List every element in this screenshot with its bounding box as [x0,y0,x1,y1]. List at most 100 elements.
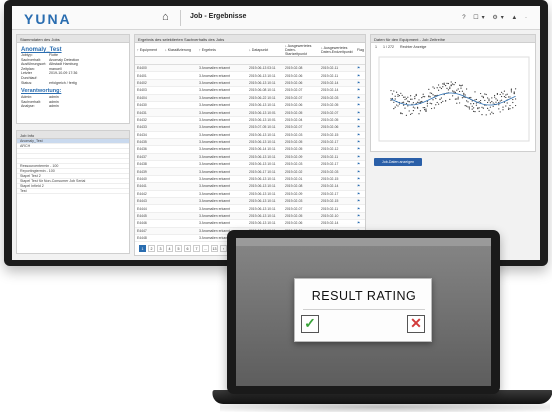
chart-point [394,98,396,100]
table-row[interactable]: E4444 3 Anomalien erkannt 2019-06-13 10:11… [135,205,365,213]
table-row[interactable]: E4430 3 Anomalien erkannt 2019-06-13 10:11… [135,102,365,110]
page-button[interactable]: 13 [211,245,218,252]
home-icon[interactable]: ⌂ [162,11,169,23]
flag-icon[interactable]: ⚑ [355,118,365,122]
page-button[interactable]: 7 [193,245,200,252]
flag-icon[interactable]: ⚑ [355,111,365,115]
chart-point [467,101,469,103]
flag-icon[interactable]: ⚑ [355,133,365,137]
filter-row[interactable] [135,57,365,65]
column-header[interactable]: ↑ Ergebnis [197,48,247,52]
flag-icon[interactable]: ⚑ [355,184,365,188]
page-button[interactable]: 6 [184,245,191,252]
chart-toolbar-item[interactable]: 1 / 272 [383,45,394,51]
chart-point [473,107,475,109]
table-row[interactable]: E4441 3 Anomalien erkannt 2019-06-13 10:11… [135,183,365,191]
table-row[interactable]: E4432 3 Anomalien erkannt 2019-06-13 10:01… [135,117,365,125]
chart-point [410,113,412,115]
field-row: Status: erfolgreich / fertig [21,81,129,86]
flag-icon[interactable]: ⚑ [355,81,365,85]
table-row[interactable]: E4400 3 Anomalien erkannt 2019-06-13 03:11… [135,65,365,73]
cell-result: 3 Anomalien erkannt [199,140,230,145]
flag-icon[interactable]: ⚑ [355,221,365,225]
chart-point [491,100,493,103]
page-button[interactable]: 4 [166,245,173,252]
cell-equipment: E4448 [137,236,147,241]
table-row[interactable]: E4436 3 Anomalien erkannt 2019-06-14 10:11… [135,146,365,154]
flag-icon[interactable]: ⚑ [355,103,365,107]
flag-icon[interactable]: ⚑ [355,214,365,218]
chart-point [506,93,508,95]
flag-icon[interactable]: ⚑ [355,170,365,174]
table-row[interactable]: E4442 3 Anomalien erkannt 2019-06-13 10:11… [135,191,365,199]
flag-icon[interactable]: ⚑ [355,192,365,196]
table-row[interactable]: E4438 3 Anomalien erkannt 2019-06-13 10:11… [135,161,365,169]
cell-start: 2019-02-07 [285,88,303,93]
table-row[interactable]: E4402 3 Anomalien erkannt 2019-06-13 10:11… [135,79,365,88]
chart-point [453,90,455,92]
result-rating-dialog: RESULT RATING ✓ ✕ [294,278,432,342]
chart-point [425,109,427,112]
flag-icon[interactable]: ⚑ [355,155,365,159]
column-header[interactable]: ↓ Ausgewertetes Daten-Startzeitpunkt [283,44,319,56]
page-button[interactable]: ... [202,245,209,252]
approve-check-icon[interactable]: ✓ [301,315,319,333]
page-button[interactable]: 5 [175,245,182,252]
page-button[interactable]: › [220,245,227,252]
flag-icon[interactable]: ⚑ [355,96,365,100]
table-row[interactable]: E4433 3 Anomalien erkannt 2019-07-05 10:11… [135,124,365,132]
chart-point [438,89,440,91]
chart-point [506,102,508,104]
flag-icon[interactable]: ⚑ [355,199,365,203]
chart-point [404,98,406,101]
page-button[interactable]: 1 [139,245,146,252]
chart-point [463,92,465,94]
reject-cross-icon[interactable]: ✕ [407,315,425,333]
flag-icon[interactable]: ⚑ [355,74,365,78]
table-row[interactable]: E4404 3 Anomalien erkannt 2019-06-22 10:11… [135,94,365,102]
table-row[interactable]: E4443 3 Anomalien erkannt 2019-06-13 10:11… [135,198,365,206]
chart-point [442,100,444,102]
cell-start: 2019-02-02 [285,169,303,174]
chart-panel: Daten für den Equipment - Job Zeitreihe … [370,34,536,152]
flag-icon[interactable]: ⚑ [355,147,365,151]
cell-start: 2019-02-06 [285,73,303,78]
flag-icon[interactable]: ⚑ [355,66,365,70]
flag-icon[interactable]: ⚑ [355,125,365,129]
monitor: YUNA ⌂ Job - Ergebnisse ? ☐▾ ⚙▾ ▲ · Stam… [4,0,548,266]
cell-datapoint: 2019-06-13 10:11 [249,154,276,159]
panel-header: Stammdaten des Jobs [17,35,129,43]
table-row[interactable]: E4431 3 Anomalien erkannt 2019-06-13 10:01… [135,109,365,117]
flag-icon[interactable]: ⚑ [355,162,365,166]
page-button[interactable]: 3 [157,245,164,252]
column-header[interactable]: Flag [355,48,365,52]
table-row[interactable]: E4435 3 Anomalien erkannt 2019-06-13 10:11… [135,138,365,147]
table-row[interactable]: E4434 3 Anomalien erkannt 2019-06-13 10:11… [135,132,365,139]
table-row[interactable]: E4446 3 Anomalien erkannt 2019-06-13 10:11… [135,220,365,228]
table-row[interactable]: E4440 3 Anomalien erkannt 2019-06-13 10:11… [135,176,365,184]
page-button[interactable]: 2 [148,245,155,252]
column-header[interactable]: ↓ Klassifizierung [163,48,197,52]
chart-toolbar-item[interactable]: Rechter Anzeige [400,45,426,51]
table-row[interactable]: E4445 3 Anomalien erkannt 2019-06-13 10:11… [135,212,365,221]
flag-icon[interactable]: ⚑ [355,207,365,211]
cell-end: 2019-02-14 [321,88,339,93]
cell-equipment: E4441 [137,184,147,189]
top-right-icons[interactable]: ? ☐▾ ⚙▾ ▲ · [462,14,530,21]
chart-point [403,101,405,103]
column-header[interactable]: ↑ Equipment [135,48,163,52]
column-header[interactable]: ↓ Ausgewertetes Daten-Endzeitpunkt [319,46,355,54]
cell-start: 2019-02-09 [285,191,303,196]
show-job-data-button[interactable]: Job-Daten anzeigen [374,158,422,166]
list-item[interactable]: Test [17,189,129,194]
column-header[interactable]: ↓ Datapunkt [247,48,283,52]
table-row[interactable]: E4403 3 Anomalien erkannt 2019-06-08 10:11… [135,87,365,95]
table-row[interactable]: E4439 3 Anomalien erkannt 2019-06-17 10:11… [135,168,365,176]
chart-point [429,96,431,98]
chart-toolbar-item[interactable]: 1 [375,45,377,51]
table-row[interactable]: E4437 3 Anomalien erkannt 2019-06-13 10:11… [135,153,365,162]
flag-icon[interactable]: ⚑ [355,177,365,181]
flag-icon[interactable]: ⚑ [355,88,365,92]
table-row[interactable]: E4401 3 Anomalien erkannt 2019-06-13 10:11… [135,72,365,80]
flag-icon[interactable]: ⚑ [355,140,365,144]
